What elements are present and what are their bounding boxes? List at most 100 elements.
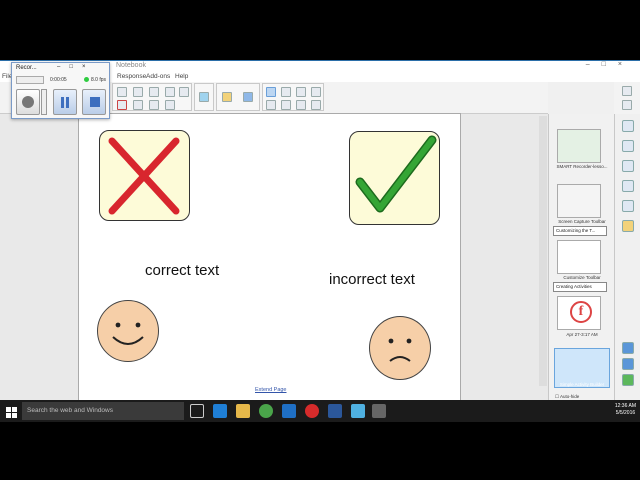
cross-card[interactable] <box>99 130 190 221</box>
sad-face-drawing <box>388 338 412 362</box>
page-caption-4: Apr 27-3:17 AM <box>566 332 598 337</box>
page-sorter-panel: SMART Recorder-lesso... Screen Capture T… <box>548 114 614 401</box>
extend-page-link[interactable]: Extend Page <box>255 387 287 393</box>
shapes-icon[interactable] <box>266 100 276 110</box>
vertical-scrollbar[interactable] <box>539 116 547 386</box>
recorder-window-controls[interactable]: –□× <box>57 64 94 70</box>
up-down-arrows-icon[interactable] <box>622 86 632 96</box>
app-red-icon[interactable] <box>305 404 319 418</box>
recorder-close-button[interactable]: × <box>82 64 95 70</box>
system-tray-clock[interactable]: 12:36 AM 5/5/2016 <box>615 403 636 417</box>
stop-button[interactable] <box>82 89 106 115</box>
pause-button[interactable] <box>53 89 77 115</box>
notebook-page[interactable]: correct text incorrect text Extend Page <box>78 113 461 401</box>
menu-help[interactable]: Help <box>175 73 188 80</box>
response-tab-icon[interactable] <box>622 220 634 232</box>
attachments-tab-icon[interactable] <box>622 160 634 172</box>
recorder-minimize-button[interactable]: – <box>57 64 69 70</box>
back-arrow-icon[interactable] <box>622 342 634 354</box>
recorder-taskbar-icon[interactable] <box>372 404 386 418</box>
notebook-taskbar-icon[interactable] <box>351 404 365 418</box>
task-view-icon[interactable] <box>190 404 204 418</box>
menu-response[interactable]: Response <box>117 73 146 80</box>
response-icon[interactable] <box>222 92 232 102</box>
taskbar-search-box[interactable]: Search the web and Windows <box>22 402 184 420</box>
fill-icon[interactable] <box>311 87 321 97</box>
puzzle-icon[interactable] <box>243 92 253 102</box>
file-explorer-icon[interactable] <box>236 404 250 418</box>
settings-icon[interactable] <box>622 100 632 110</box>
page-caption-3: Customize Toolbar <box>563 275 601 280</box>
pause-icon-bar <box>66 97 69 108</box>
recorder-fps: 8.0 fps <box>91 77 107 83</box>
pen-icon[interactable] <box>281 87 291 97</box>
page-sorter-tab-icon[interactable] <box>622 120 634 132</box>
maximize-button[interactable]: □ <box>602 61 618 68</box>
table-icon[interactable] <box>149 100 159 110</box>
show-hide-icon[interactable] <box>133 100 143 110</box>
checkmark-icon <box>355 135 437 213</box>
page-thumbnail-4[interactable]: f <box>557 296 601 330</box>
page-caption-2: Screen Capture Toolbar <box>558 219 606 224</box>
toolbar-group-tools <box>262 83 324 111</box>
recorder-maximize-button[interactable]: □ <box>69 64 82 70</box>
addons-tab-icon[interactable] <box>622 200 634 212</box>
happy-face-icon[interactable] <box>97 300 159 362</box>
screen-capture-icon[interactable] <box>133 87 143 97</box>
line-icon[interactable] <box>296 100 306 110</box>
menu-addons[interactable]: Add-ons <box>146 73 170 80</box>
check-card[interactable] <box>349 131 440 225</box>
clock-date: 5/5/2016 <box>615 410 636 416</box>
f-logo-icon: f <box>570 301 592 323</box>
page-thumbnail-3[interactable] <box>557 240 601 274</box>
window-controls[interactable]: –□× <box>586 61 634 68</box>
text-icon[interactable] <box>281 100 291 110</box>
properties-tab-icon[interactable] <box>622 180 634 192</box>
close-button[interactable]: × <box>618 61 634 68</box>
screen: Notebook –□× File Response Add-ons Help <box>0 0 640 480</box>
minimize-button[interactable]: – <box>586 61 602 68</box>
recorder-source-select[interactable] <box>16 76 44 84</box>
edge-icon[interactable] <box>213 404 227 418</box>
view-icon[interactable] <box>179 87 189 97</box>
window-title: Notebook <box>116 62 146 69</box>
page-group-select-2[interactable]: Customizing the T... <box>553 226 607 236</box>
recorder-time: 0:00:05 <box>50 77 67 83</box>
delete-icon[interactable] <box>117 100 127 110</box>
home-icon[interactable] <box>199 92 209 102</box>
toolbar-group-addons <box>216 83 260 111</box>
label-correct-text[interactable]: correct text <box>145 262 219 279</box>
record-options-dropdown[interactable] <box>41 89 47 115</box>
add-page-icon[interactable] <box>622 374 634 386</box>
forward-arrow-icon[interactable] <box>622 358 634 370</box>
word-icon[interactable] <box>328 404 342 418</box>
workspace-right <box>461 114 548 401</box>
paste-icon[interactable] <box>117 87 127 97</box>
properties-icon[interactable] <box>165 100 175 110</box>
toolbar-group-home <box>194 83 214 111</box>
windows-taskbar: Search the web and Windows 12:36 AM 5/5/… <box>0 400 640 422</box>
eraser-icon[interactable] <box>296 87 306 97</box>
cross-icon <box>108 137 180 215</box>
clock-time: 12:36 AM <box>614 403 636 409</box>
gallery-tab-icon[interactable] <box>622 140 634 152</box>
windows-start-icon[interactable] <box>6 405 17 418</box>
toolbar-group-edit <box>112 83 192 111</box>
page-group-select-3[interactable]: Creating Activities <box>553 282 607 292</box>
fullscreen-icon[interactable] <box>165 87 175 97</box>
recording-status-icon <box>84 77 89 82</box>
chrome-icon[interactable] <box>259 404 273 418</box>
record-button[interactable] <box>16 89 40 115</box>
workspace-left <box>0 114 78 401</box>
magic-pen-icon[interactable] <box>311 100 321 110</box>
page-caption-1: SMART Recorder-lesso... <box>556 164 608 169</box>
label-incorrect-text[interactable]: incorrect text <box>329 271 415 288</box>
smart-recorder-window[interactable]: Recor... –□× 0:00:05 8.0 fps <box>11 62 110 119</box>
outlook-icon[interactable] <box>282 404 296 418</box>
insert-icon[interactable] <box>149 87 159 97</box>
select-arrow-icon[interactable] <box>266 87 276 97</box>
sad-face-icon[interactable] <box>369 316 431 380</box>
page-thumbnail-1[interactable] <box>557 129 601 163</box>
page-thumbnail-2[interactable] <box>557 184 601 218</box>
recorder-title: Recor... <box>16 65 37 71</box>
